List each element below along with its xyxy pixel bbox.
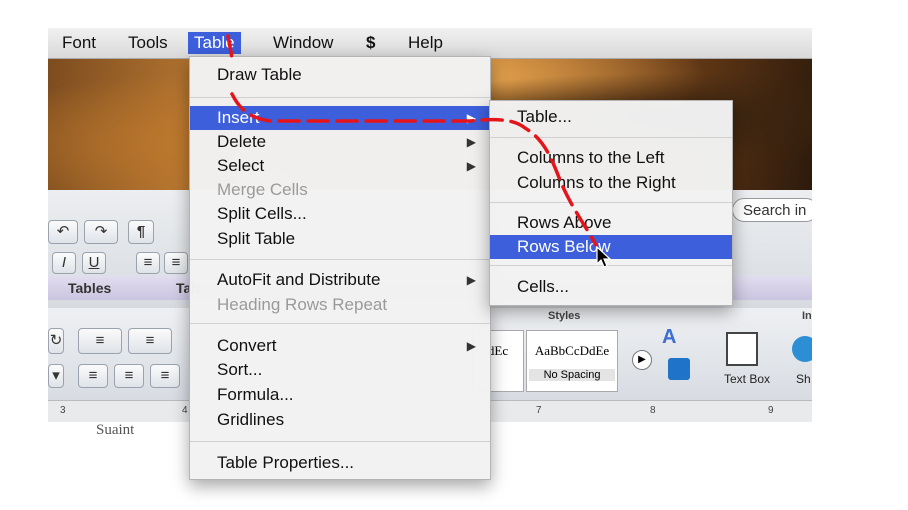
menu-item-draw-table[interactable]: Draw Table — [190, 63, 490, 87]
menu-item-select-label: Select — [217, 156, 265, 175]
style2-name: No Spacing — [529, 369, 615, 381]
menu-font[interactable]: Font — [62, 32, 96, 54]
text-effects-icon[interactable]: A — [662, 326, 676, 349]
underline-button[interactable]: U — [82, 252, 106, 274]
justify2-icon[interactable]: ≡ — [114, 364, 144, 388]
menu-item-split-cells[interactable]: Split Cells... — [190, 202, 490, 226]
ruler-mark-4: 4 — [182, 405, 188, 416]
menu-item-insert[interactable]: Insert ▶ — [190, 106, 490, 130]
separator — [190, 97, 490, 98]
submenu-item-table[interactable]: Table... — [490, 105, 732, 129]
insert-submenu: Table... Columns to the Left Columns to … — [489, 100, 733, 306]
menu-item-autofit[interactable]: AutoFit and Distribute ▶ — [190, 268, 490, 292]
submenu-item-columns-left[interactable]: Columns to the Left — [490, 146, 732, 170]
menu-item-convert-label: Convert — [217, 336, 277, 355]
text-box-icon[interactable] — [726, 332, 758, 366]
submenu-arrow-icon: ▶ — [466, 135, 476, 149]
paragraph-icon[interactable]: ¶ — [128, 220, 154, 244]
indent-icon[interactable]: ↻ — [48, 328, 64, 354]
shape-icon[interactable] — [792, 336, 812, 362]
undo-icon[interactable]: ↶ — [48, 220, 78, 244]
menu-item-split-table[interactable]: Split Table — [190, 227, 490, 251]
separator — [490, 137, 732, 138]
separator — [190, 441, 490, 442]
align-left-icon[interactable]: ≡ — [136, 252, 160, 274]
ruler-mark-3: 3 — [60, 405, 66, 416]
dropdown-icon[interactable]: ▾ — [48, 364, 64, 388]
menu-window[interactable]: Window — [273, 32, 333, 54]
styles-group-label: Styles — [548, 310, 581, 322]
menu-item-table-properties[interactable]: Table Properties... — [190, 451, 490, 475]
menu-item-autofit-label: AutoFit and Distribute — [217, 270, 381, 289]
submenu-item-cells[interactable]: Cells... — [490, 275, 732, 299]
style-no-spacing-swatch[interactable]: AaBbCcDdEe No Spacing — [526, 330, 618, 392]
menu-item-convert[interactable]: Convert ▶ — [190, 334, 490, 358]
menu-item-select[interactable]: Select ▶ — [190, 154, 490, 178]
menu-bar: Font Tools Table Window $ Help — [48, 28, 812, 59]
ruler-mark-7: 7 — [536, 405, 542, 416]
insert-group-label: In — [802, 310, 812, 322]
separator — [190, 259, 490, 260]
menu-tools[interactable]: Tools — [128, 32, 168, 54]
submenu-item-columns-right[interactable]: Columns to the Right — [490, 171, 732, 195]
align-center-icon[interactable]: ≡ — [164, 252, 188, 274]
separator — [490, 202, 732, 203]
menu-item-sort[interactable]: Sort... — [190, 358, 490, 382]
table-menu: Draw Table Insert ▶ Delete ▶ Select ▶ Merge… — [189, 56, 491, 480]
style-next-icon[interactable]: ▶ — [632, 350, 652, 370]
mouse-cursor-icon — [596, 246, 612, 268]
menu-item-delete-label: Delete — [217, 132, 267, 151]
ruler-mark-8: 8 — [650, 405, 656, 416]
redo-icon[interactable]: ↷ — [84, 220, 118, 244]
script-icon[interactable]: $ — [366, 32, 375, 54]
menu-item-heading-rows-repeat: Heading Rows Repeat — [217, 295, 388, 314]
menu-item-delete[interactable]: Delete ▶ — [190, 130, 490, 154]
menu-item-merge-cells: Merge Cells — [217, 180, 308, 199]
shape-label: Sh — [796, 372, 811, 386]
submenu-arrow-icon: ▶ — [466, 111, 476, 125]
text-box-label: Text Box — [724, 372, 771, 386]
submenu-arrow-icon: ▶ — [466, 159, 476, 173]
menu-item-gridlines[interactable]: Gridlines — [190, 408, 490, 432]
submenu-arrow-icon: ▶ — [466, 273, 476, 287]
separator — [190, 323, 490, 324]
tab-tables[interactable]: Tables — [68, 278, 111, 298]
justify3-icon[interactable]: ≡ — [150, 364, 180, 388]
menu-help[interactable]: Help — [408, 32, 443, 54]
ruler-mark-9: 9 — [768, 405, 774, 416]
menu-item-formula[interactable]: Formula... — [190, 383, 490, 407]
submenu-item-rows-above[interactable]: Rows Above — [490, 211, 732, 235]
numbering-icon[interactable]: ≡ — [128, 328, 172, 354]
bullets-icon[interactable]: ≡ — [78, 328, 122, 354]
menu-item-insert-label: Insert — [217, 108, 260, 127]
page-text: Suaint — [96, 422, 135, 438]
search-input[interactable]: Search in — [732, 198, 812, 222]
media-icon[interactable] — [668, 358, 690, 380]
submenu-arrow-icon: ▶ — [466, 339, 476, 353]
justify-icon[interactable]: ≡ — [78, 364, 108, 388]
style2-sample: AaBbCcDdEe — [534, 343, 610, 358]
italic-button[interactable]: I — [52, 252, 76, 274]
menu-table[interactable]: Table — [188, 32, 241, 54]
